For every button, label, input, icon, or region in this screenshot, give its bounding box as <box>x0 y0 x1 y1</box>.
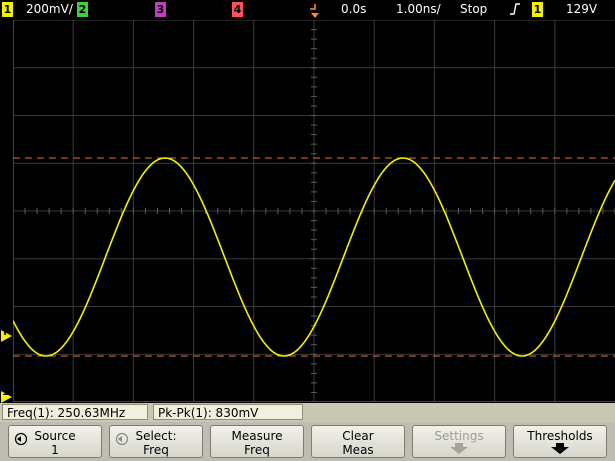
measurement-freq: Freq(1): 250.63MHz <box>2 404 148 420</box>
trigger-level: 129V <box>566 2 598 16</box>
waveform-svg <box>13 20 615 402</box>
status-bar: 1 200mV/ 2 3 4 0.0s 1.00ns/ Stop 1 129V <box>0 0 615 19</box>
time-scale: 1.00ns/ <box>396 2 441 16</box>
thresholds-softkey[interactable]: Thresholds <box>513 425 607 458</box>
trigger-slope-icon <box>509 1 521 22</box>
down-arrow-icon <box>514 443 606 458</box>
settings-softkey[interactable]: Settings <box>412 425 506 458</box>
trigger-source-indicator[interactable]: 1 <box>532 2 543 17</box>
measurement-pk-pk: Pk-Pk(1): 830mV <box>153 404 303 420</box>
source-softkey[interactable]: Source 1 <box>8 425 102 458</box>
ch1-scale: 200mV/ <box>26 2 73 16</box>
rotate-knob-icon <box>115 432 129 449</box>
ch1-indicator[interactable]: 1 <box>2 2 13 17</box>
down-arrow-icon <box>413 443 505 458</box>
ch2-indicator[interactable]: 2 <box>77 2 88 17</box>
ch4-indicator[interactable]: 4 <box>232 2 243 17</box>
clear-meas-softkey[interactable]: Clear Meas <box>311 425 405 458</box>
rotate-knob-icon <box>14 432 28 449</box>
run-state: Stop <box>460 2 488 16</box>
trigger-level-marker[interactable]: T <box>1 328 13 343</box>
time-offset: 0.0s <box>341 2 367 16</box>
ch1-ground-marker[interactable]: 1 <box>1 388 13 403</box>
softkey-bar: Source 1 Select: Freq Measure Freq Clear… <box>0 422 615 461</box>
measurement-bar: Freq(1): 250.63MHz Pk-Pk(1): 830mV <box>0 403 615 422</box>
ch3-indicator[interactable]: 3 <box>155 2 166 17</box>
waveform-display[interactable] <box>13 20 615 402</box>
measure-softkey[interactable]: Measure Freq <box>210 425 304 458</box>
graticule <box>13 20 615 402</box>
select-softkey[interactable]: Select: Freq <box>109 425 203 458</box>
